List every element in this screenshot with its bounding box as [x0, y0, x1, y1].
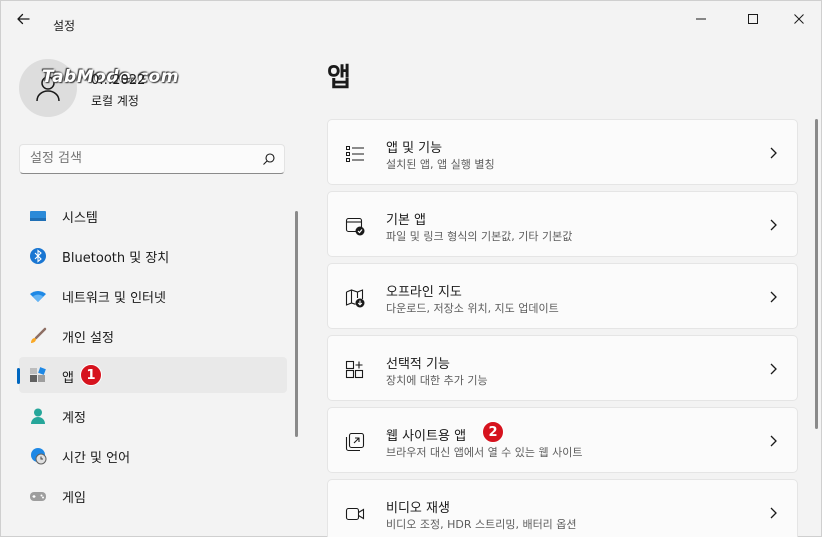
chevron-right-icon — [770, 147, 777, 159]
maximize-button[interactable] — [733, 7, 773, 31]
system-icon — [30, 211, 46, 221]
profile-name: 0…2022 — [91, 73, 146, 88]
chevron-right-icon — [770, 219, 777, 231]
sidebar-item-label: 시간 및 언어 — [62, 451, 131, 466]
card-title: 기본 앱 — [386, 213, 427, 228]
card-default-apps[interactable]: 기본 앱 파일 및 링크 형식의 기본값, 기타 기본값 — [327, 191, 798, 257]
sidebar-item-label: 게임 — [62, 491, 86, 506]
card-video-playback[interactable]: 비디오 재생 비디오 조정, HDR 스트리밍, 배터리 옵션 — [327, 479, 798, 537]
settings-window: 설정 TabMode.com 0…2022 로컬 계정 시스템 Bluetoot… — [0, 0, 822, 537]
grid-add-icon — [345, 360, 364, 379]
back-button[interactable] — [15, 11, 37, 29]
sidebar-item-label: 네트워크 및 인터넷 — [62, 291, 166, 306]
card-offline-maps[interactable]: 오프라인 지도 다운로드, 저장소 위치, 지도 업데이트 — [327, 263, 798, 329]
selection-indicator — [17, 368, 20, 384]
card-apps-for-websites[interactable]: 웹 사이트용 앱 브라우저 대신 앱에서 열 수 있는 웹 사이트 2 — [327, 407, 798, 473]
card-optional-features[interactable]: 선택적 기능 장치에 대한 추가 기능 — [327, 335, 798, 401]
profile-account-type: 로컬 계정 — [91, 94, 139, 108]
card-title: 선택적 기능 — [386, 357, 450, 372]
sidebar-item-time-language[interactable]: 시간 및 언어 — [19, 437, 287, 473]
card-description: 설치된 앱, 앱 실행 별칭 — [386, 158, 495, 171]
chevron-right-icon — [770, 363, 777, 375]
sidebar-item-label: 개인 설정 — [62, 331, 114, 346]
sidebar-nav: 시스템 Bluetooth 및 장치 네트워크 및 인터넷 개인 설정 앱 1 … — [17, 197, 287, 517]
sidebar-item-network[interactable]: 네트워크 및 인터넷 — [19, 277, 287, 313]
card-title: 앱 및 기능 — [386, 141, 443, 156]
step-badge-2: 2 — [482, 421, 504, 443]
card-title: 오프라인 지도 — [386, 285, 462, 300]
sidebar-item-label: 앱 — [62, 371, 74, 386]
title-bar: 설정 — [1, 1, 821, 37]
chevron-right-icon — [770, 435, 777, 447]
page-title: 앱 — [327, 63, 351, 93]
list-icon — [346, 146, 364, 162]
apps-icon — [30, 367, 46, 382]
sidebar-item-label: 시스템 — [62, 211, 98, 226]
video-icon — [345, 507, 365, 521]
brush-icon — [31, 327, 47, 343]
globe-clock-icon — [31, 448, 47, 465]
card-apps-features[interactable]: 앱 및 기능 설치된 앱, 앱 실행 별칭 — [327, 119, 798, 185]
open-external-icon — [345, 432, 365, 452]
search-box[interactable] — [19, 144, 285, 174]
card-description: 브라우저 대신 앱에서 열 수 있는 웹 사이트 — [386, 446, 583, 459]
wifi-icon — [30, 291, 46, 302]
close-button[interactable] — [779, 7, 819, 31]
sidebar-item-gaming[interactable]: 게임 — [19, 477, 287, 513]
chevron-right-icon — [770, 507, 777, 519]
user-profile[interactable]: TabMode.com 0…2022 로컬 계정 — [19, 59, 289, 121]
search-input[interactable] — [30, 151, 250, 166]
arrow-left-icon — [17, 13, 30, 25]
sidebar-item-accounts[interactable]: 계정 — [19, 397, 287, 433]
person-icon — [31, 408, 45, 424]
sidebar-item-system[interactable]: 시스템 — [19, 197, 287, 233]
card-description: 장치에 대한 추가 기능 — [386, 374, 488, 387]
main-scrollbar[interactable] — [815, 119, 818, 429]
card-description: 파일 및 링크 형식의 기본값, 기타 기본값 — [386, 230, 573, 243]
sidebar-item-bluetooth[interactable]: Bluetooth 및 장치 — [19, 237, 287, 273]
sidebar-item-apps[interactable]: 앱 1 — [17, 357, 287, 393]
maximize-icon — [748, 14, 758, 24]
sidebar-item-label: Bluetooth 및 장치 — [62, 251, 170, 266]
settings-card-list: 앱 및 기능 설치된 앱, 앱 실행 별칭 기본 앱 파일 및 링크 형식의 기… — [327, 119, 798, 537]
card-description: 다운로드, 저장소 위치, 지도 업데이트 — [386, 302, 559, 315]
search-icon[interactable] — [262, 152, 276, 166]
minimize-icon — [696, 18, 706, 20]
step-badge-1: 1 — [80, 364, 102, 386]
bluetooth-icon — [30, 248, 46, 264]
card-title: 웹 사이트용 앱 — [386, 429, 467, 444]
sidebar-item-label: 계정 — [62, 411, 86, 426]
card-title: 비디오 재생 — [386, 501, 450, 516]
window-title: 설정 — [53, 19, 76, 33]
gamepad-icon — [30, 492, 46, 501]
sidebar-scrollbar[interactable] — [295, 211, 298, 437]
card-description: 비디오 조정, HDR 스트리밍, 배터리 옵션 — [386, 518, 577, 531]
map-download-icon — [345, 289, 365, 308]
sidebar-item-personalization[interactable]: 개인 설정 — [19, 317, 287, 353]
minimize-button[interactable] — [681, 7, 721, 31]
default-app-icon — [345, 217, 365, 236]
close-icon — [794, 14, 804, 24]
chevron-right-icon — [770, 291, 777, 303]
